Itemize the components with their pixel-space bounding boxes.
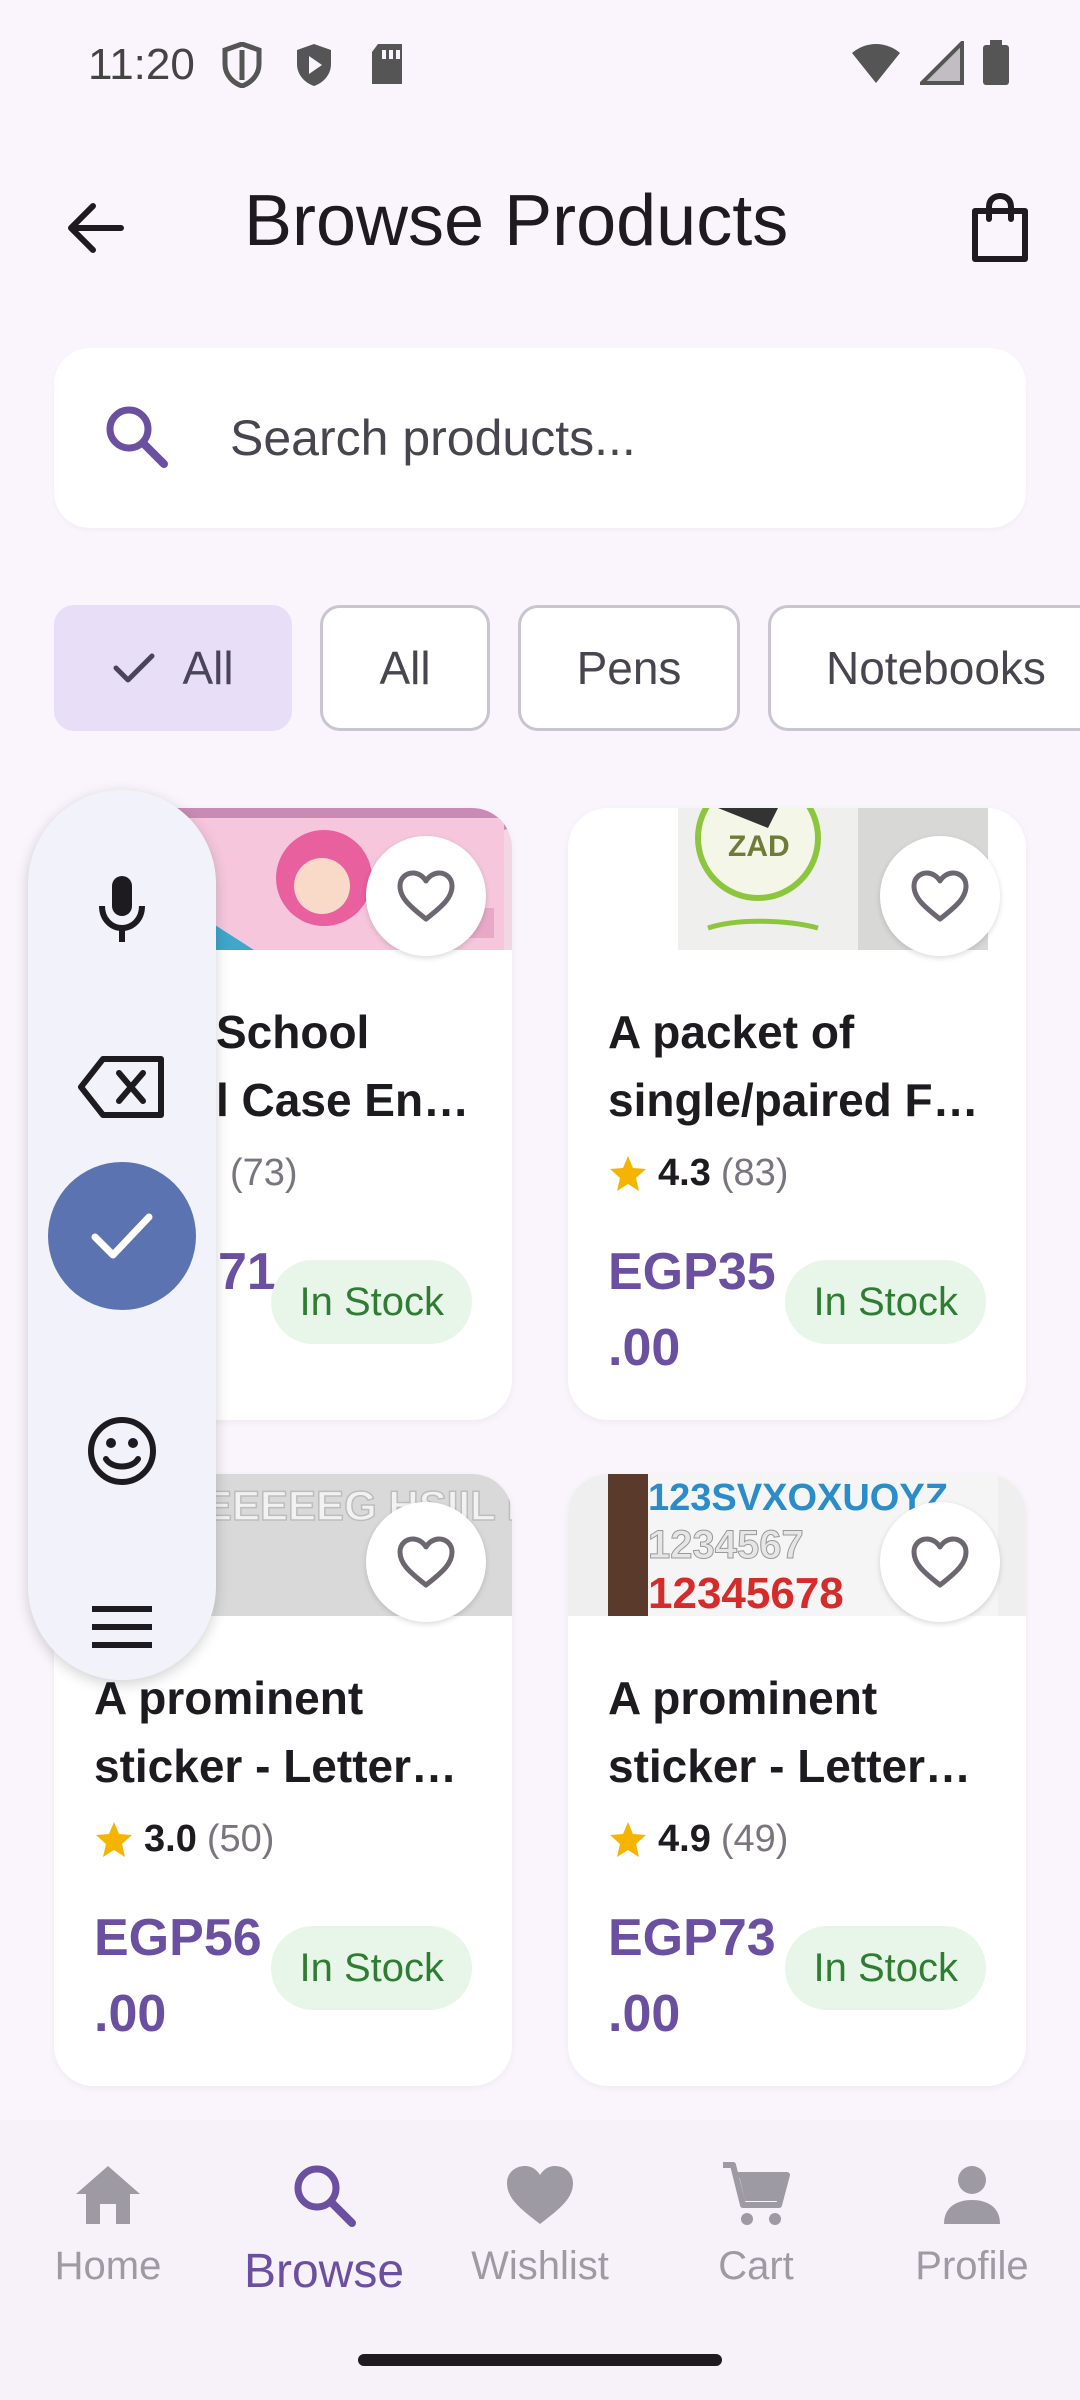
mic-icon <box>99 876 145 942</box>
zad-logo-text: ZAD <box>728 830 790 863</box>
search-input[interactable] <box>230 398 990 478</box>
battery-icon <box>982 40 1010 91</box>
search-box[interactable] <box>54 348 1026 528</box>
nav-home[interactable]: Home <box>0 2150 216 2310</box>
arrow-back-icon <box>68 203 124 253</box>
rating-value: 4.3 <box>658 1152 711 1194</box>
product-price: EGP35 .00 <box>608 1243 776 1377</box>
person-icon <box>942 2150 1002 2240</box>
status-time: 11:20 <box>88 40 195 89</box>
review-count: (83) <box>720 1152 789 1194</box>
search-icon <box>290 2150 358 2240</box>
app-bar: Browse Products <box>0 150 1080 300</box>
stock-badge: In Stock <box>271 1260 472 1344</box>
home-indicator <box>358 2354 722 2366</box>
voice-input-button[interactable] <box>28 835 216 985</box>
wifi-icon <box>850 41 902 90</box>
chip-pens[interactable]: Pens <box>518 605 740 731</box>
nav-label: Wishlist <box>471 2244 609 2288</box>
heart-icon <box>505 2150 575 2240</box>
product-title: School l Case En… <box>216 1006 470 1126</box>
status-indicators <box>850 38 1010 91</box>
cart-icon <box>721 2150 791 2240</box>
star-icon <box>610 1155 646 1191</box>
menu-button[interactable] <box>28 1552 216 1702</box>
heart-outline-icon <box>397 870 455 922</box>
shopping-bag-icon <box>972 193 1028 262</box>
review-count: (73) <box>230 1152 298 1194</box>
favorite-button[interactable] <box>880 836 1000 956</box>
product-rating: 4.9 (49) <box>608 1818 788 1861</box>
nav-browse[interactable]: Browse <box>216 2150 432 2310</box>
home-icon <box>74 2150 142 2240</box>
nav-wishlist[interactable]: Wishlist <box>432 2150 648 2310</box>
chip-all[interactable]: All <box>320 605 490 731</box>
product-rating: 4.3 (83) <box>608 1152 788 1195</box>
sticker-numbers-red: 12345678 <box>648 1569 844 1616</box>
favorite-button[interactable] <box>366 836 486 956</box>
product-card[interactable]: 123SVXOXUOYZ 1234567 12345678 A prominen… <box>568 1474 1026 2086</box>
review-count: (49) <box>720 1818 789 1860</box>
product-price: EGP73 .00 <box>608 1909 776 2043</box>
chip-label: All <box>182 642 234 694</box>
back-button[interactable] <box>50 188 140 268</box>
heart-outline-icon <box>911 870 969 922</box>
product-price: EGP56 .00 <box>94 1909 262 2043</box>
emoji-button[interactable] <box>28 1376 216 1526</box>
page-title: Browse Products <box>244 181 789 261</box>
sticker-numbers-blue: 123SVXOXUOYZ <box>648 1477 948 1519</box>
chip-label: Pens <box>576 642 682 694</box>
product-title: A prominent sticker - Letter… <box>608 1672 972 1792</box>
check-icon <box>113 653 155 683</box>
sd-card-icon <box>368 42 406 91</box>
menu-icon <box>92 1606 152 1648</box>
chip-label: All <box>379 642 431 694</box>
keyboard-side-panel <box>28 790 216 1680</box>
product-card[interactable]: ZAD A packet of single/paired Fl… 4.3 (8… <box>568 808 1026 1420</box>
shield-status-icon <box>222 41 262 93</box>
stock-badge: In Stock <box>785 1260 986 1344</box>
favorite-button[interactable] <box>366 1502 486 1622</box>
nav-label: Home <box>54 2244 162 2288</box>
product-rating: (73) <box>230 1152 298 1195</box>
review-count: (50) <box>206 1818 275 1860</box>
emoji-icon <box>88 1417 156 1485</box>
signal-icon <box>917 38 964 90</box>
filter-chips: All All Pens Notebooks <box>54 605 1080 731</box>
check-icon <box>91 1213 153 1259</box>
chip-label: Notebooks <box>826 642 1046 694</box>
chip-notebooks[interactable]: Notebooks <box>768 605 1080 731</box>
status-bar: 11:20 <box>0 0 1080 130</box>
backspace-icon <box>78 1056 164 1118</box>
star-icon <box>96 1821 132 1857</box>
nav-profile[interactable]: Profile <box>864 2150 1080 2310</box>
search-icon <box>102 402 172 477</box>
confirm-button[interactable] <box>48 1162 196 1310</box>
stock-badge: In Stock <box>271 1926 472 2010</box>
backspace-button[interactable] <box>28 1012 216 1162</box>
favorite-button[interactable] <box>880 1502 1000 1622</box>
nav-label: Browse <box>243 2245 405 2298</box>
chip-all-selected[interactable]: All <box>54 605 292 731</box>
heart-outline-icon <box>911 1536 969 1588</box>
play-protect-icon <box>294 42 334 93</box>
product-title: A packet of single/paired Fl… <box>608 1006 988 1126</box>
nav-label: Profile <box>915 2244 1029 2288</box>
shopping-bag-button[interactable] <box>960 188 1040 268</box>
sticker-numbers-white: 1234567 <box>648 1523 804 1567</box>
star-icon <box>610 1821 646 1857</box>
nav-label: Cart <box>718 2244 794 2288</box>
rating-value: 4.9 <box>658 1818 711 1860</box>
stock-badge: In Stock <box>785 1926 986 2010</box>
heart-outline-icon <box>397 1536 455 1588</box>
rating-value: 3.0 <box>144 1818 197 1860</box>
nav-cart[interactable]: Cart <box>648 2150 864 2310</box>
product-rating: 3.0 (50) <box>94 1818 274 1861</box>
